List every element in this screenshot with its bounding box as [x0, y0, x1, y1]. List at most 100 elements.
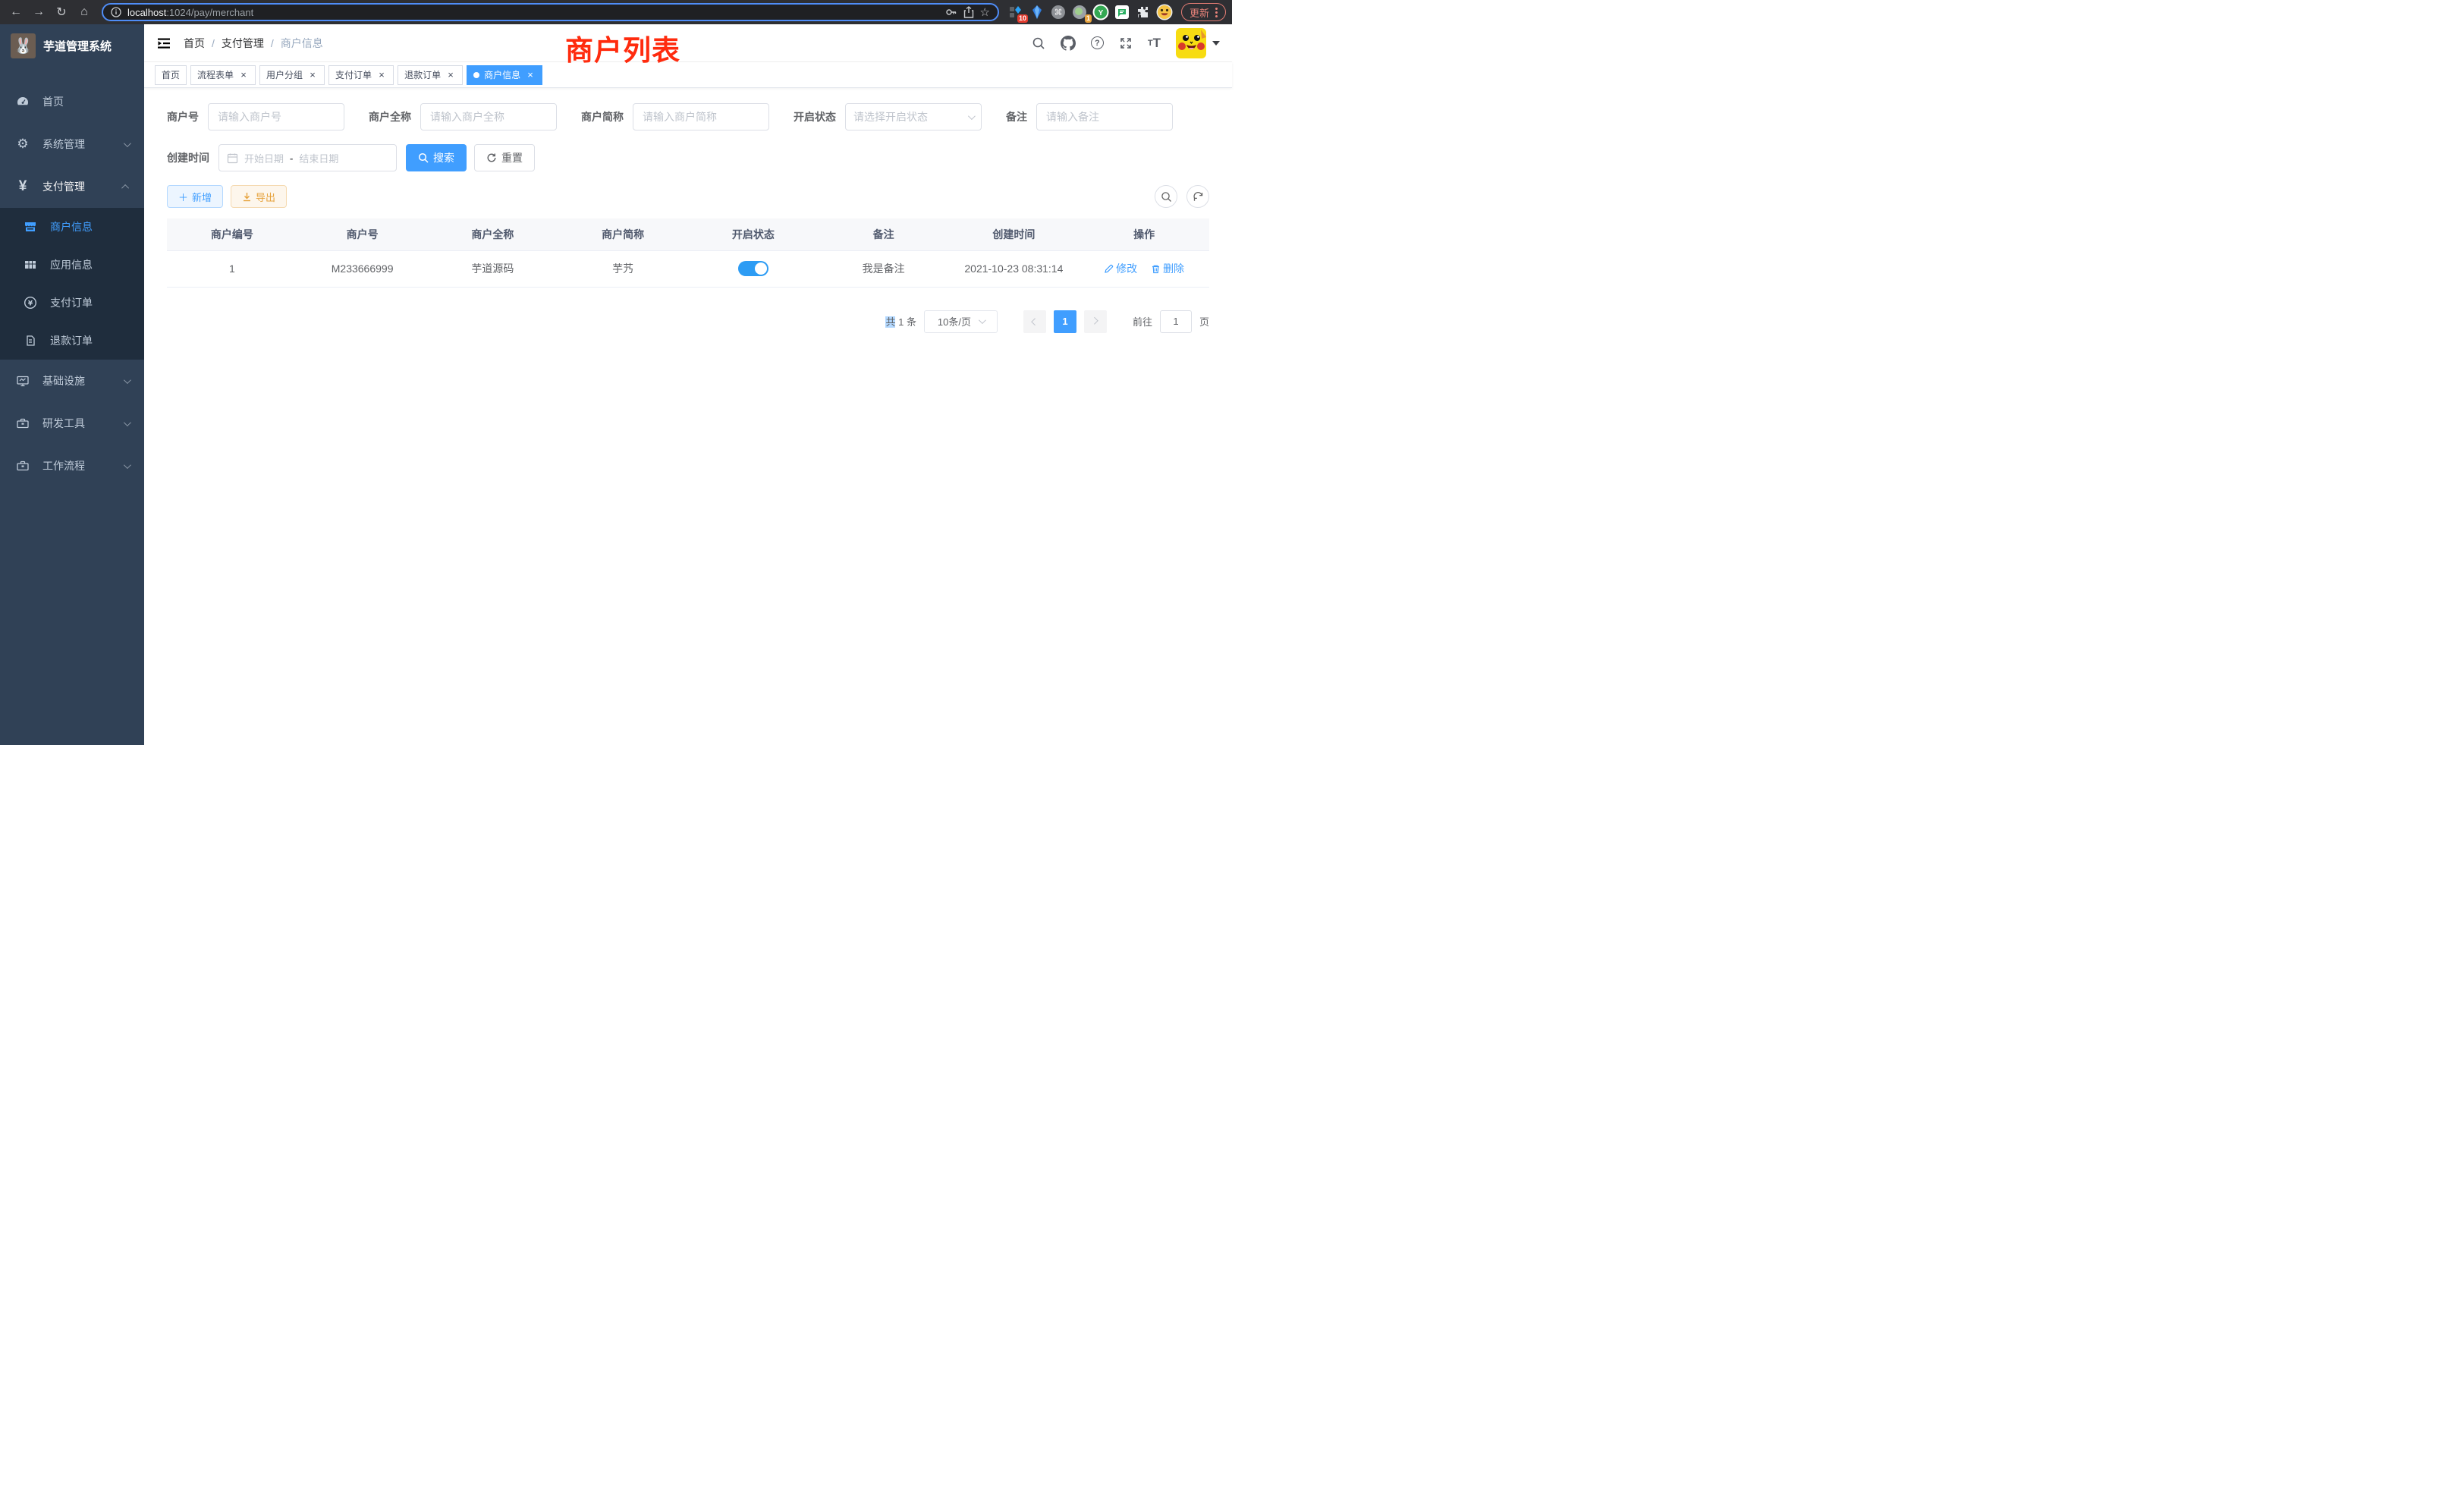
github-icon[interactable]	[1061, 36, 1076, 51]
help-icon[interactable]: ?	[1091, 36, 1104, 49]
extensions-puzzle-icon[interactable]	[1134, 3, 1152, 21]
prev-page-button[interactable]	[1023, 310, 1046, 333]
close-icon[interactable]: ×	[525, 70, 536, 80]
sidebar-item-label: 基础设施	[42, 373, 112, 388]
sidebar-item-refund-order[interactable]: 退款订单	[0, 322, 144, 360]
user-avatar[interactable]	[1176, 28, 1206, 58]
browser-menu-icon[interactable]	[1215, 8, 1218, 17]
cell-remark: 我是备注	[819, 250, 949, 287]
sidebar-item-infrastructure[interactable]: 基础设施	[0, 360, 144, 402]
sidebar-item-label: 应用信息	[50, 257, 129, 272]
extension-command-icon[interactable]: ⌘	[1049, 3, 1067, 21]
short-name-input[interactable]	[633, 103, 769, 130]
bookmark-star-icon[interactable]: ☆	[980, 5, 990, 19]
sidebar-item-workflow[interactable]: 工作流程	[0, 445, 144, 487]
reset-button-label: 重置	[501, 150, 523, 165]
extension-y-icon[interactable]: Y	[1092, 3, 1110, 21]
chevron-down-icon	[124, 461, 131, 469]
top-navbar: 首页 / 支付管理 / 商户信息 ? TT	[144, 24, 1232, 62]
status-select[interactable]: 请选择开启状态	[845, 103, 982, 130]
merchant-no-input[interactable]	[208, 103, 344, 130]
app-logo[interactable]: 🐰 芋道管理系统	[0, 24, 144, 67]
tab-label: 支付订单	[335, 68, 372, 81]
status-select-placeholder: 请选择开启状态	[853, 109, 968, 124]
full-name-input[interactable]	[420, 103, 557, 130]
extension-gray-circle-icon[interactable]: 1	[1070, 3, 1089, 21]
extension-chat-icon[interactable]	[1113, 3, 1131, 21]
create-time-label: 创建时间	[167, 150, 209, 165]
url-text[interactable]: localhost:1024/pay/merchant	[127, 7, 253, 18]
sidebar-item-merchant-info[interactable]: 商户信息	[0, 208, 144, 246]
add-button[interactable]: ＋ 新增	[167, 185, 223, 208]
next-page-button[interactable]	[1084, 310, 1107, 333]
browser-profile-avatar[interactable]	[1155, 3, 1174, 21]
tab-label: 商户信息	[484, 68, 520, 81]
delete-button[interactable]: 删除	[1151, 261, 1184, 276]
breadcrumb-payment[interactable]: 支付管理	[222, 36, 264, 51]
refresh-table-button[interactable]	[1186, 185, 1209, 208]
breadcrumb-home[interactable]: 首页	[184, 36, 205, 51]
column-header: 商户号	[297, 218, 428, 250]
sidebar-item-system[interactable]: ⚙ 系统管理	[0, 123, 144, 165]
tab-label: 首页	[162, 68, 180, 81]
reset-button[interactable]: 重置	[474, 144, 535, 171]
key-icon[interactable]	[945, 6, 957, 18]
status-toggle[interactable]	[738, 261, 768, 276]
pencil-icon	[1104, 264, 1114, 274]
sidebar-item-home[interactable]: 首页	[0, 80, 144, 123]
extension-blue-diamond-icon[interactable]: 10	[1007, 3, 1025, 21]
merchant-table: 商户编号 商户号 商户全称 商户简称 开启状态 备注 创建时间 操作 1 M23…	[167, 218, 1209, 288]
share-icon[interactable]	[963, 6, 974, 18]
page-size-value: 10条/页	[938, 314, 971, 328]
total-prefix: 共	[885, 316, 895, 328]
browser-forward-button[interactable]: →	[29, 2, 49, 22]
sidebar-item-label: 支付管理	[42, 179, 112, 194]
status-label: 开启状态	[794, 109, 836, 124]
dashboard-icon	[15, 95, 30, 108]
edit-button[interactable]: 修改	[1104, 261, 1137, 276]
goto-page-input[interactable]	[1160, 310, 1192, 333]
fullscreen-icon[interactable]	[1119, 36, 1133, 50]
tab-refund-order[interactable]: 退款订单×	[398, 65, 463, 85]
info-icon[interactable]	[111, 7, 121, 17]
tab-pay-order[interactable]: 支付订单 ×	[328, 65, 394, 85]
create-time-range-picker[interactable]: 开始日期 - 结束日期	[218, 144, 397, 171]
close-icon[interactable]: ×	[376, 70, 387, 80]
delete-label: 删除	[1163, 261, 1184, 276]
tab-process-form[interactable]: 流程表单×	[190, 65, 256, 85]
user-menu[interactable]	[1176, 28, 1220, 58]
extension-gem-icon[interactable]	[1028, 3, 1046, 21]
search-button[interactable]: 搜索	[406, 144, 467, 171]
tab-merchant-info-active[interactable]: 商户信息 ×	[467, 65, 542, 85]
close-icon[interactable]: ×	[238, 70, 249, 80]
remark-input[interactable]	[1036, 103, 1173, 130]
grid-icon	[23, 258, 38, 272]
show-search-toggle-button[interactable]	[1155, 185, 1177, 208]
tab-user-group[interactable]: 用户分组×	[259, 65, 325, 85]
tab-home[interactable]: 首页	[155, 65, 187, 85]
sidebar-item-app-info[interactable]: 应用信息	[0, 246, 144, 284]
search-button-label: 搜索	[433, 150, 454, 165]
sidebar-item-label: 工作流程	[42, 458, 112, 473]
browser-reload-button[interactable]: ↻	[52, 2, 71, 22]
page-number-1[interactable]: 1	[1054, 310, 1076, 333]
short-name-label: 商户简称	[581, 109, 624, 124]
close-icon[interactable]: ×	[445, 70, 456, 80]
column-header: 商户简称	[558, 218, 688, 250]
sidebar-collapse-button[interactable]	[156, 36, 171, 51]
column-header: 备注	[819, 218, 949, 250]
browser-back-button[interactable]: ←	[6, 2, 26, 22]
header-search-icon[interactable]	[1032, 36, 1045, 50]
sidebar-item-pay-order[interactable]: ¥ 支付订单	[0, 284, 144, 322]
page-size-select[interactable]: 10条/页	[924, 310, 998, 333]
chevron-down-icon	[124, 376, 131, 384]
search-icon	[418, 152, 429, 163]
address-bar[interactable]: localhost:1024/pay/merchant ☆	[102, 3, 999, 21]
close-icon[interactable]: ×	[307, 70, 318, 80]
font-size-icon[interactable]: TT	[1148, 36, 1161, 51]
export-button[interactable]: 导出	[231, 185, 287, 208]
browser-home-button[interactable]: ⌂	[74, 2, 94, 22]
sidebar-item-payment[interactable]: ¥ 支付管理	[0, 165, 144, 208]
sidebar-item-dev-tools[interactable]: 研发工具	[0, 402, 144, 445]
browser-update-button[interactable]: 更新	[1181, 3, 1226, 21]
